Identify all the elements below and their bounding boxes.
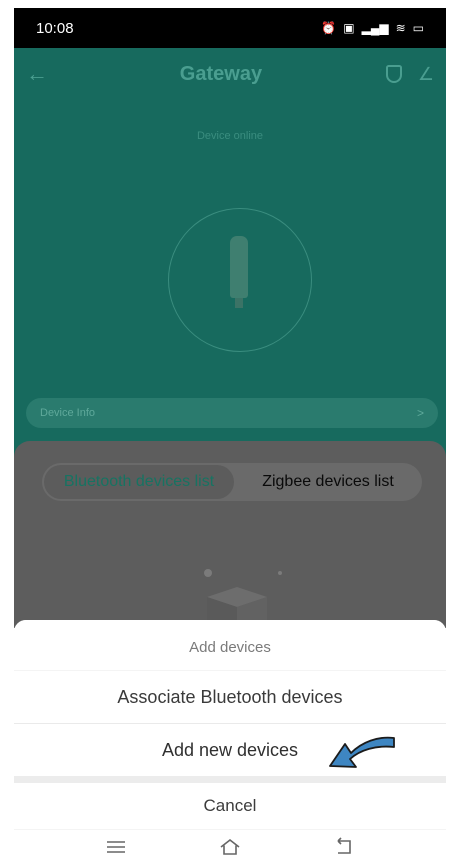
associate-bluetooth-option[interactable]: Associate Bluetooth devices	[14, 671, 446, 723]
wifi-icon: ≋	[395, 21, 406, 35]
hd-icon: ▣	[343, 21, 355, 35]
page-title: Gateway	[179, 62, 263, 85]
sheet-title: Add devices	[14, 620, 446, 670]
device-info-label: Device Info	[40, 407, 96, 419]
chevron-right-icon: >	[416, 406, 424, 420]
alarm-icon: ⏰	[321, 21, 337, 35]
signal-4g-icon: ▂▄▆	[361, 21, 389, 35]
sheet-gap	[14, 776, 446, 783]
status-bar: 10:08 ⏰ ▣ ▂▄▆ ≋ ▭	[14, 8, 446, 48]
home-icon[interactable]	[218, 835, 242, 859]
menu-icon[interactable]	[104, 835, 128, 859]
cancel-button[interactable]: Cancel	[14, 783, 446, 829]
device-image-ring	[168, 208, 312, 352]
back-icon[interactable]	[332, 835, 356, 859]
status-icons: ⏰ ▣ ▂▄▆ ≋ ▭	[321, 21, 424, 35]
system-nav-bar	[0, 830, 460, 863]
device-status-text: Device online	[196, 130, 264, 142]
battery-icon: ▭	[412, 21, 424, 35]
phone-screen: 10:08 ⏰ ▣ ▂▄▆ ≋ ▭ ← Gateway ∠ Device onl…	[0, 0, 460, 863]
gateway-screen: ← Gateway ∠ Device online Device Info > …	[14, 48, 446, 628]
shield-icon[interactable]	[385, 65, 402, 83]
add-devices-sheet: Add devices Associate Bluetooth devices …	[14, 620, 446, 830]
devices-panel: Bluetooth devices list Zigbee devices li…	[14, 441, 446, 628]
app-header: ← Gateway ∠	[14, 48, 446, 100]
tab-bluetooth-devices[interactable]: Bluetooth devices list	[44, 465, 234, 499]
device-info-row[interactable]: Device Info >	[26, 398, 438, 428]
tab-zigbee-devices[interactable]: Zigbee devices list	[234, 473, 422, 491]
back-arrow-icon[interactable]: ←	[26, 61, 56, 87]
pointer-arrow-icon	[329, 736, 395, 768]
device-list-tabs: Bluetooth devices list Zigbee devices li…	[42, 463, 422, 501]
edit-icon[interactable]: ∠	[418, 64, 434, 85]
gateway-dongle-icon	[230, 236, 248, 308]
status-time: 10:08	[36, 19, 74, 37]
